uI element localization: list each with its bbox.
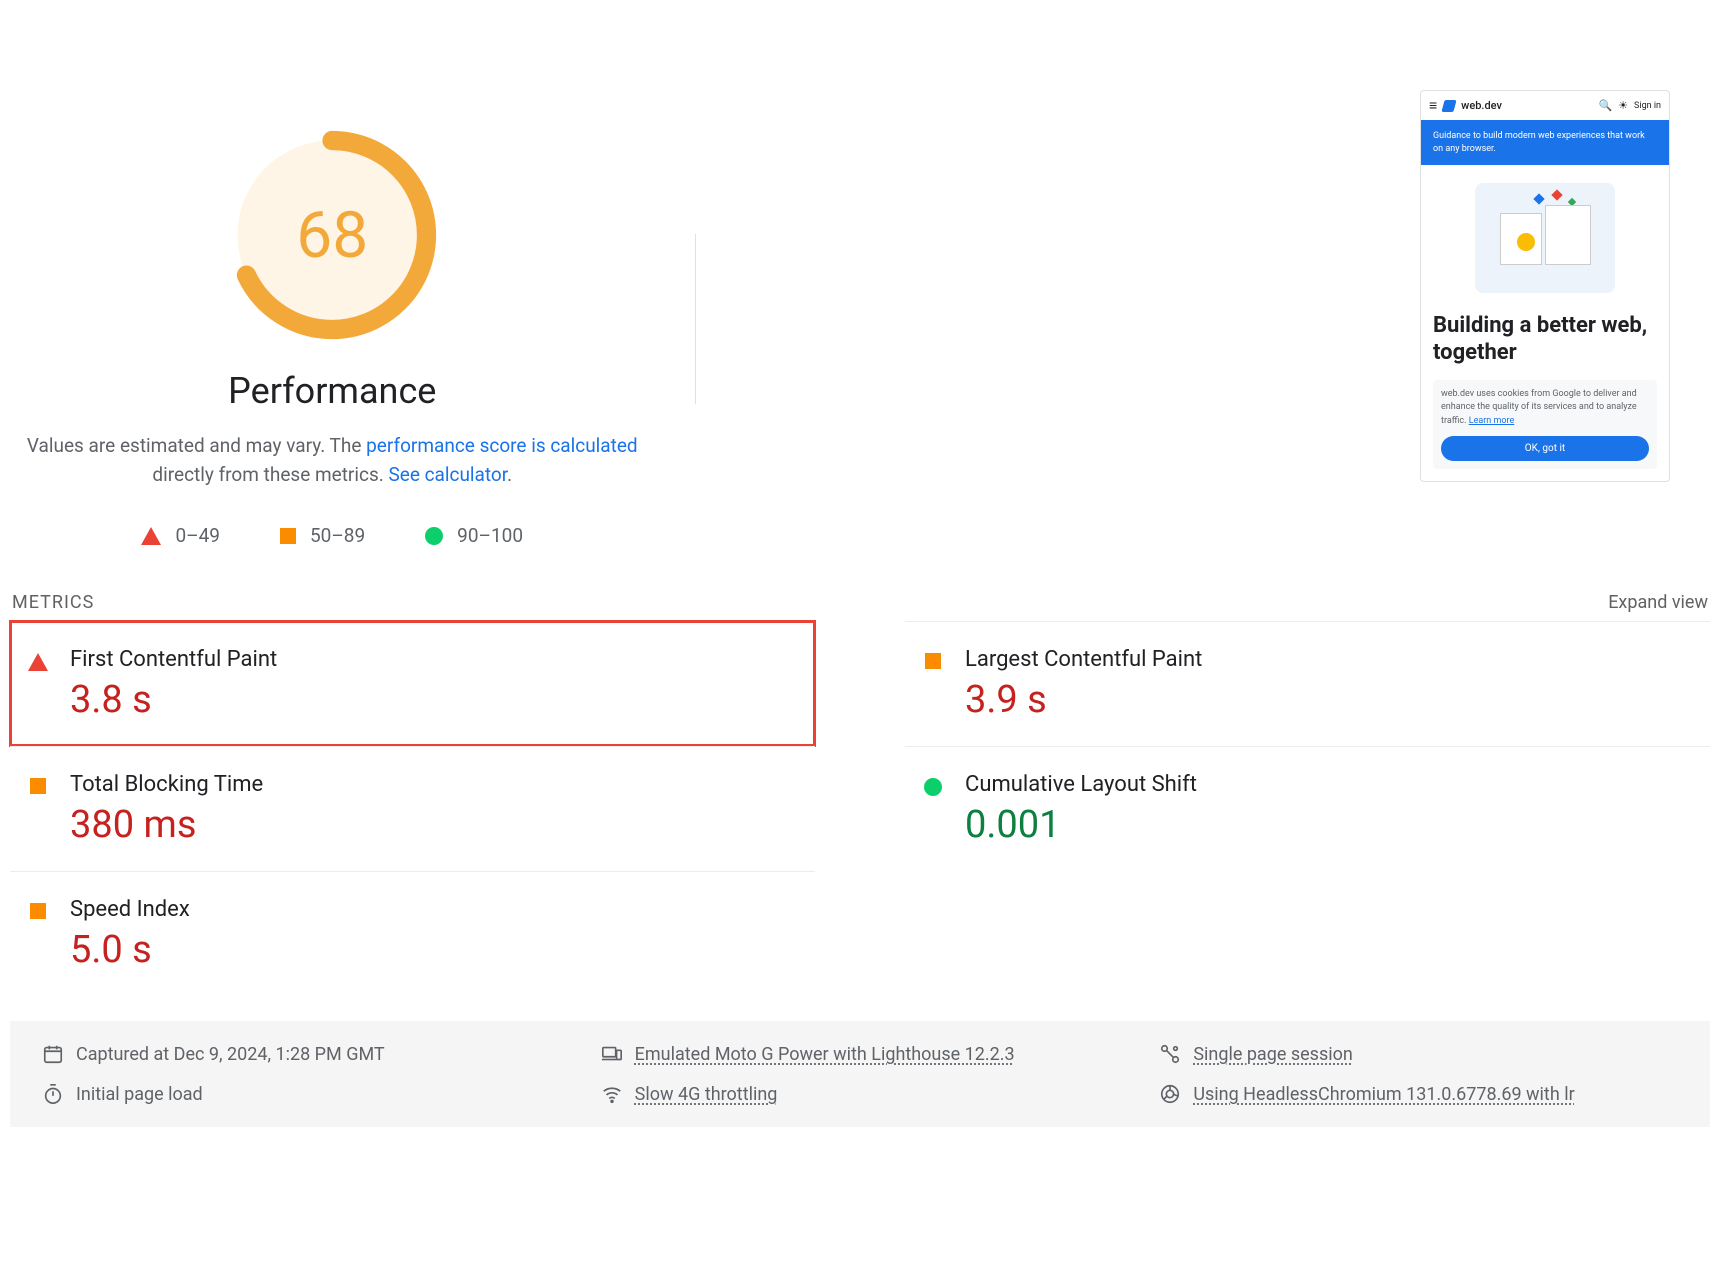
performance-title: Performance [228, 370, 436, 412]
expand-view-toggle[interactable]: Expand view [1608, 592, 1708, 613]
theme-icon: ☀ [1618, 99, 1628, 112]
network-icon [601, 1083, 623, 1105]
legend-orange: 50–89 [280, 524, 365, 547]
metric-cls[interactable]: Cumulative Layout Shift 0.001 [905, 746, 1710, 871]
square-orange-icon [280, 528, 296, 544]
footer-session: Single page session [1159, 1043, 1678, 1065]
metric-name: Largest Contentful Paint [965, 647, 1202, 672]
footer-emulated: Emulated Moto G Power with Lighthouse 12… [601, 1043, 1120, 1065]
search-icon: 🔍 [1598, 99, 1612, 112]
square-orange-icon [28, 903, 48, 919]
thumb-signin: Sign in [1634, 101, 1661, 111]
thumb-banner: Guidance to build modern web experiences… [1421, 120, 1669, 165]
metric-value: 3.8 s [70, 678, 277, 722]
disclaimer-text: Values are estimated and may vary. The p… [10, 432, 655, 489]
metric-fcp[interactable]: First Contentful Paint 3.8 s [10, 621, 815, 746]
square-orange-icon [923, 653, 943, 669]
metric-value: 3.9 s [965, 678, 1202, 722]
calendar-icon [42, 1043, 64, 1065]
thumb-illustration [1475, 183, 1615, 293]
vertical-divider [695, 234, 696, 404]
score-calc-link[interactable]: performance score is calculated [366, 434, 637, 457]
nodes-icon [1159, 1043, 1181, 1065]
webdev-logo-icon [1442, 100, 1457, 112]
metrics-section-label: METRICS [12, 592, 94, 613]
legend-green: 90–100 [425, 524, 523, 547]
menu-icon: ≡ [1429, 97, 1437, 114]
metric-lcp[interactable]: Largest Contentful Paint 3.9 s [905, 621, 1710, 746]
footer-initial: Initial page load [42, 1083, 561, 1105]
footer-throttling-link[interactable]: Slow 4G throttling [635, 1084, 778, 1105]
legend-red: 0–49 [141, 524, 220, 547]
score-legend: 0–49 50–89 90–100 [141, 524, 523, 547]
footer-session-link[interactable]: Single page session [1193, 1044, 1353, 1065]
footer-emulated-link[interactable]: Emulated Moto G Power with Lighthouse 12… [635, 1044, 1015, 1065]
metrics-grid: First Contentful Paint 3.8 s Largest Con… [10, 621, 1710, 996]
performance-score-section: 68 Performance Values are estimated and … [10, 90, 655, 547]
footer-browser-link[interactable]: Using HeadlessChromium 131.0.6778.69 wit… [1193, 1084, 1574, 1105]
thumb-learn-more: Learn more [1469, 416, 1515, 426]
page-screenshot-thumbnail: ≡ web.dev 🔍 ☀ Sign in Guidance to build … [1420, 90, 1670, 482]
triangle-red-icon [28, 653, 48, 671]
score-value: 68 [227, 130, 437, 340]
thumb-headline: Building a better web, together [1433, 313, 1657, 366]
metric-name: Total Blocking Time [70, 772, 263, 797]
metric-name: First Contentful Paint [70, 647, 277, 672]
stopwatch-icon [42, 1083, 64, 1105]
metric-name: Cumulative Layout Shift [965, 772, 1197, 797]
metric-si[interactable]: Speed Index 5.0 s [10, 871, 815, 996]
circle-green-icon [923, 778, 943, 796]
triangle-red-icon [141, 527, 161, 545]
devices-icon [601, 1043, 623, 1065]
metric-name: Speed Index [70, 897, 190, 922]
footer-captured: Captured at Dec 9, 2024, 1:28 PM GMT [42, 1043, 561, 1065]
square-orange-icon [28, 778, 48, 794]
footer-browser: Using HeadlessChromium 131.0.6778.69 wit… [1159, 1083, 1678, 1105]
metric-value: 380 ms [70, 803, 263, 847]
chrome-icon [1159, 1083, 1181, 1105]
footer-throttling: Slow 4G throttling [601, 1083, 1120, 1105]
circle-green-icon [425, 527, 443, 545]
runtime-footer: Captured at Dec 9, 2024, 1:28 PM GMT Emu… [10, 1021, 1710, 1127]
score-gauge: 68 [227, 130, 437, 340]
metric-value: 0.001 [965, 803, 1197, 847]
thumb-site-name: web.dev [1461, 99, 1502, 112]
thumb-cookie-btn: OK, got it [1441, 436, 1649, 461]
metric-tbt[interactable]: Total Blocking Time 380 ms [10, 746, 815, 871]
see-calculator-link[interactable]: See calculator [388, 463, 507, 486]
metric-value: 5.0 s [70, 928, 190, 972]
thumb-cookie-notice: web.dev uses cookies from Google to deli… [1433, 380, 1657, 470]
